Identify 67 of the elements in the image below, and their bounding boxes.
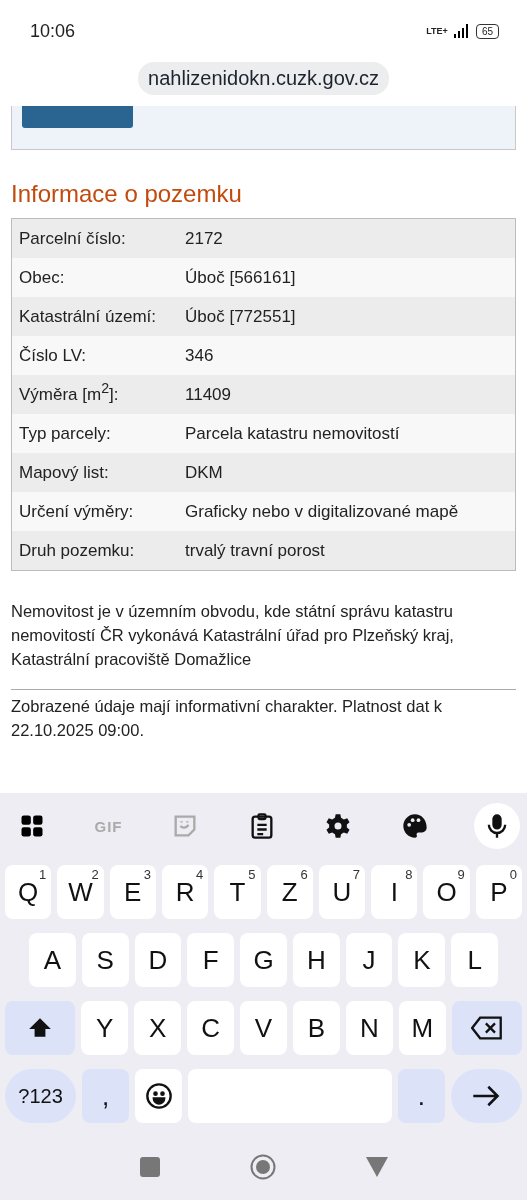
row-value: trvalý travní porost [185, 540, 326, 561]
key[interactable]: M [398, 1001, 446, 1055]
row-value: Úboč [772551] [185, 306, 297, 327]
key[interactable]: L [451, 933, 498, 987]
battery-level: 65 [475, 23, 499, 39]
key-hint: 1 [39, 867, 47, 882]
key[interactable]: C [187, 1001, 235, 1055]
key[interactable]: S [81, 933, 129, 987]
row-label: Typ parcely: [18, 423, 112, 444]
key-hint: 4 [195, 867, 204, 882]
key[interactable]: J [345, 933, 393, 987]
key[interactable]: F [187, 933, 235, 987]
smiley-icon [144, 1082, 173, 1110]
key-hint: 0 [509, 867, 517, 882]
row-value: DKM [185, 462, 224, 483]
disclaimer: Zobrazené údaje mají informativní charakter. Platnost dat k 22.10.2025 09:00. [11, 696, 444, 741]
row-value: Úboč [566161] [185, 267, 297, 288]
key[interactable]: B [292, 1001, 340, 1055]
row-label: Výměra [m$^{2}$]: [18, 384, 120, 405]
palette-icon[interactable] [400, 812, 429, 840]
symbols-key[interactable]: ?123 [5, 1069, 77, 1123]
key-hint: 3 [143, 867, 151, 882]
section-heading: Informace o pozemku [11, 180, 243, 208]
row-value: 11409 [185, 384, 232, 405]
key[interactable]: A [29, 933, 76, 987]
office-note: Nemovitost je v územním obvodu, kde státní správu katastru nemovitostí ČR vykonává Katastrální úřad pro Plzeňský kraj, Katastrální pracoviště Domažlice [11, 601, 455, 670]
backspace-icon [470, 1015, 503, 1041]
key-hint: 9 [457, 867, 465, 882]
key[interactable]: X [134, 1001, 182, 1055]
key[interactable]: N [345, 1001, 393, 1055]
key[interactable]: I 8 [371, 865, 418, 919]
row-label: Katastrální území: [18, 306, 157, 327]
row-label: Mapový list: [18, 462, 110, 483]
key-hint: 2 [91, 867, 99, 882]
punctuation-key[interactable]: . [397, 1069, 445, 1123]
key[interactable]: K [398, 933, 446, 987]
key[interactable]: Y [81, 1001, 129, 1055]
network-type: LTE+ [426, 26, 448, 36]
punctuation-key[interactable]: , [82, 1069, 130, 1123]
key[interactable]: H [292, 933, 340, 987]
recents-icon[interactable] [139, 1156, 160, 1177]
back-icon[interactable] [365, 1156, 388, 1177]
emoji-key[interactable] [135, 1069, 183, 1123]
key[interactable]: D [134, 933, 182, 987]
row-label: Druh pozemku: [18, 540, 136, 561]
key[interactable]: V [240, 1001, 287, 1055]
key-hint: 7 [352, 867, 361, 882]
row-label: Určení výměry: [18, 501, 135, 522]
row-value: Parcela katastru nemovitostí [185, 423, 401, 444]
signal-icon [453, 24, 470, 38]
settings-icon[interactable] [324, 812, 352, 840]
key-hint: 6 [300, 867, 308, 882]
row-label: Číslo LV: [18, 345, 88, 366]
address-bar[interactable]: nahlizenidokn.cuzk.gov.cz [138, 62, 389, 95]
clock: 10:06 [30, 20, 76, 42]
row-value: Graficky nebo v digitalizované mapě [185, 501, 460, 522]
row-value: 346 [185, 345, 215, 366]
arrow-right-icon [471, 1084, 502, 1108]
backspace-key[interactable] [451, 1001, 522, 1055]
row-value: 2172 [185, 228, 224, 249]
shift-key[interactable] [5, 1001, 76, 1055]
key-hint: 5 [248, 867, 256, 882]
row-label: Parcelní číslo: [18, 228, 127, 249]
home-icon[interactable] [249, 1153, 276, 1180]
key[interactable]: G [240, 933, 287, 987]
row-label: Obec: [18, 267, 66, 288]
key-hint: 8 [405, 867, 413, 882]
